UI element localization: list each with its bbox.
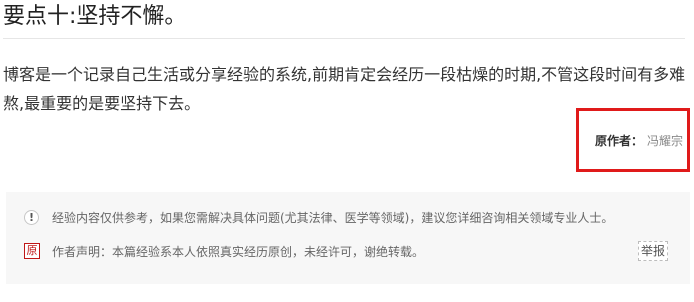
author-statement-text: 作者声明：本篇经验系本人依照真实经历原创，未经许可，谢绝转载。	[52, 245, 425, 259]
exclamation-icon: !	[24, 210, 39, 225]
author-info: 原作者： 冯耀宗	[595, 131, 683, 151]
title-divider	[3, 38, 685, 39]
author-statement-row: 原 作者声明：本篇经验系本人依照真实经历原创，未经许可，谢绝转载。 举报	[6, 240, 690, 264]
disclaimer-row: ! 经验内容仅供参考，如果您需解决具体问题(尤其法律、医学等领域)，建议您详细咨…	[6, 206, 690, 230]
author-label: 原作者：	[595, 134, 644, 148]
author-name-link[interactable]: 冯耀宗	[647, 134, 683, 148]
step-title: 要点十:坚持不懈。	[3, 4, 187, 29]
original-badge-icon: 原	[24, 243, 40, 259]
report-button[interactable]: 举报	[638, 241, 668, 261]
notice-panel: ! 经验内容仅供参考，如果您需解决具体问题(尤其法律、医学等领域)，建议您详细咨…	[6, 192, 690, 284]
disclaimer-text: 经验内容仅供参考，如果您需解决具体问题(尤其法律、医学等领域)，建议您详细咨询相…	[52, 211, 614, 225]
